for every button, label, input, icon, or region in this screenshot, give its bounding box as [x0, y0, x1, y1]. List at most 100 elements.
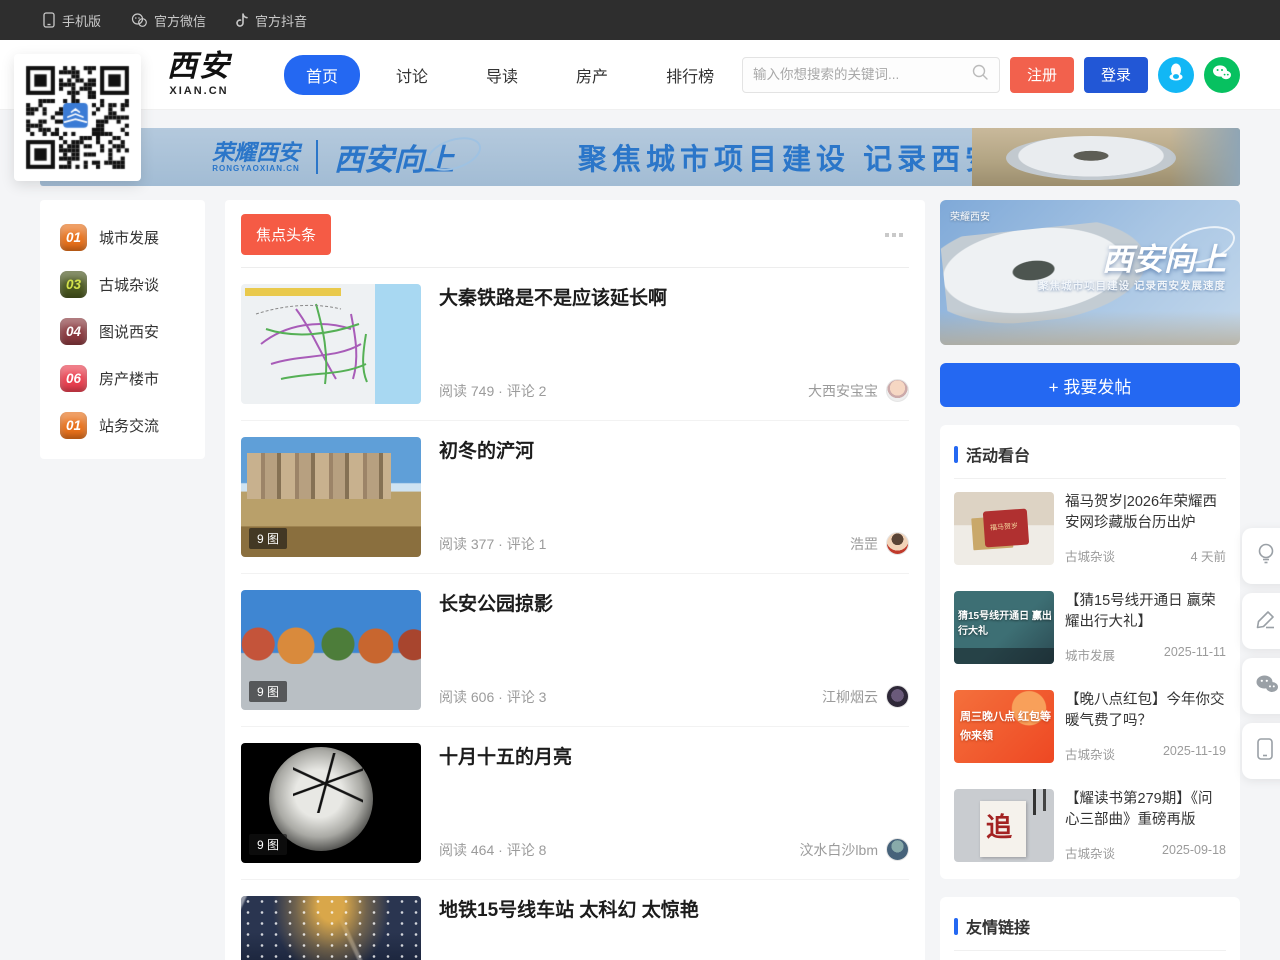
rail-banner-slogan: 聚焦城市项目建设 记录西安发展速度 — [1038, 278, 1226, 293]
avatar — [886, 532, 909, 555]
activity-item-4[interactable]: 【耀读书第279期】《问心三部曲》重磅再版 古城杂谈 2025-09-18 — [954, 776, 1226, 875]
douyin-icon — [236, 13, 249, 28]
post-title[interactable]: 十月十五的月亮 — [439, 745, 909, 771]
official-wechat-link[interactable]: 官方微信 — [131, 11, 206, 30]
activity-thumbnail-metro-event: 猜15号线开通日 赢出行大礼 — [954, 591, 1054, 664]
activity-date: 2025-11-11 — [1164, 645, 1226, 664]
nav-item-realestate[interactable]: 房产 — [554, 55, 630, 95]
feedback-button[interactable] — [1242, 528, 1280, 584]
post-author[interactable]: 江柳烟云 — [822, 685, 909, 708]
activity-category[interactable]: 古城杂谈 — [1065, 843, 1115, 862]
post-thumbnail-metro — [241, 896, 421, 960]
official-douyin-link[interactable]: 官方抖音 — [236, 11, 307, 30]
right-rail: 荣耀西安 西安向上 聚焦城市项目建设 记录西安发展速度 + 我要发帖 活动看台 … — [940, 200, 1240, 960]
banner-campaign-title: 西安向上 — [334, 135, 482, 179]
post-row-3[interactable]: 9 图 长安公园掠影 阅读 606 · 评论 3 江柳烟云 — [241, 574, 909, 727]
stadium-photo — [972, 128, 1240, 186]
wechat-icon — [1212, 64, 1232, 86]
category-badge: 03 — [60, 271, 87, 298]
mobile-app-button[interactable] — [1242, 723, 1280, 779]
wechat-login-button[interactable] — [1204, 57, 1240, 93]
campaign-banner[interactable]: 荣耀西安 RONGYAOXIAN.CN 西安向上 聚焦城市项目建设 记录西安发展… — [40, 128, 1240, 186]
banner-divider — [316, 140, 318, 174]
sidebar-item-old-city-talk[interactable]: 03 古城杂谈 — [40, 261, 205, 308]
friend-links-panel: 友情链接 西安大兴医院 西安新闻网 — [940, 897, 1240, 960]
search-box — [742, 57, 1000, 93]
activity-thumbnail-calendar — [954, 492, 1054, 565]
new-post-button[interactable]: + 我要发帖 — [940, 363, 1240, 407]
category-badge: 01 — [60, 224, 87, 251]
activity-panel-title: 活动看台 — [966, 442, 1030, 466]
banner-brand-en: RONGYAOXIAN.CN — [212, 164, 300, 173]
official-douyin-label: 官方抖音 — [255, 11, 307, 30]
mobile-version-label: 手机版 — [62, 11, 101, 30]
post-author[interactable]: 汶水白沙lbm — [799, 838, 909, 861]
image-count-badge: 9 图 — [249, 528, 287, 549]
lightbulb-icon — [1255, 542, 1277, 571]
wechat-contact-button[interactable] — [1242, 658, 1280, 714]
write-post-button[interactable] — [1242, 593, 1280, 649]
login-button[interactable]: 登录 — [1084, 57, 1148, 93]
post-thumbnail-moon: 9 图 — [241, 743, 421, 863]
floating-toolbar — [1242, 528, 1280, 779]
nav-item-discuss[interactable]: 讨论 — [374, 55, 450, 95]
sidebar-item-city-development[interactable]: 01 城市发展 — [40, 214, 205, 261]
post-stats: 阅读 606 · 评论 3 — [439, 687, 546, 707]
post-row-1[interactable]: 大秦铁路是不是应该延长啊 阅读 749 · 评论 2 大西安宝宝 — [241, 268, 909, 421]
post-title[interactable]: 长安公园掠影 — [439, 592, 909, 618]
nav-item-home[interactable]: 首页 — [284, 55, 360, 95]
post-title[interactable]: 地铁15号线车站 太科幻 太惊艳 — [439, 898, 909, 924]
more-icon[interactable] — [879, 227, 909, 243]
mobile-version-link[interactable]: 手机版 — [42, 11, 101, 30]
post-author[interactable]: 大西安宝宝 — [808, 379, 909, 402]
activity-date: 2025-09-18 — [1162, 843, 1226, 862]
post-row-2[interactable]: 9 图 初冬的浐河 阅读 377 · 评论 1 浩罡 — [241, 421, 909, 574]
pencil-icon — [1255, 608, 1277, 635]
activity-category[interactable]: 古城杂谈 — [1065, 546, 1115, 565]
content-area: 01 城市发展 03 古城杂谈 04 图说西安 06 房产楼市 01 站务交流 … — [40, 200, 1240, 960]
post-thumbnail-railway-map — [241, 284, 421, 404]
wechat-icon — [131, 13, 148, 28]
qq-login-button[interactable] — [1158, 57, 1194, 93]
rail-banner-campaign: 西安向上 — [1102, 234, 1226, 279]
avatar — [886, 379, 909, 402]
activity-item-2[interactable]: 猜15号线开通日 赢出行大礼 【猜15号线开通日 赢荣耀出行大礼】 城市发展 2… — [954, 578, 1226, 677]
nav-item-guide[interactable]: 导读 — [464, 55, 540, 95]
activity-date: 4 天前 — [1191, 546, 1226, 565]
tab-hot-headlines[interactable]: 焦点头条 — [241, 214, 331, 255]
image-count-badge: 9 图 — [249, 681, 287, 702]
register-button[interactable]: 注册 — [1010, 57, 1074, 93]
activity-category[interactable]: 古城杂谈 — [1065, 744, 1115, 763]
official-wechat-label: 官方微信 — [154, 11, 206, 30]
activity-thumbnail-book — [954, 789, 1054, 862]
site-logo[interactable]: 西安 XIAN.CN — [140, 52, 258, 97]
activity-item-3[interactable]: 周三晚八点 红包等你来领 【晚八点红包】今年你交暖气费了吗？ 古城杂谈 2025… — [954, 677, 1226, 776]
sidebar-item-photo-xian[interactable]: 04 图说西安 — [40, 308, 205, 355]
post-row-5[interactable]: 地铁15号线车站 太科幻 太惊艳 — [241, 880, 909, 960]
nav-item-ranking[interactable]: 排行榜 — [644, 55, 736, 95]
activity-category[interactable]: 城市发展 — [1065, 645, 1115, 664]
mobile-icon — [1255, 737, 1275, 766]
activity-panel-header: 活动看台 — [954, 438, 1226, 479]
rail-banner-logo: 荣耀西安 — [950, 208, 990, 223]
friend-links-title: 友情链接 — [966, 914, 1030, 938]
post-stats: 阅读 464 · 评论 8 — [439, 840, 546, 860]
qr-code — [22, 62, 133, 173]
sidebar-item-site-affairs[interactable]: 01 站务交流 — [40, 402, 205, 449]
post-row-4[interactable]: 9 图 十月十五的月亮 阅读 464 · 评论 8 汶水白沙lbm — [241, 727, 909, 880]
section-accent-bar — [954, 918, 958, 935]
category-badge: 04 — [60, 318, 87, 345]
search-input[interactable] — [753, 67, 971, 82]
post-title[interactable]: 大秦铁路是不是应该延长啊 — [439, 286, 909, 312]
post-author[interactable]: 浩罡 — [850, 532, 909, 555]
activity-item-1[interactable]: 福马贺岁|2026年荣耀西安网珍藏版台历出炉 古城杂谈 4 天前 — [954, 479, 1226, 578]
sidebar-item-housing-market[interactable]: 06 房产楼市 — [40, 355, 205, 402]
post-thumbnail-park: 9 图 — [241, 590, 421, 710]
activity-thumbnail-red-packet: 周三晚八点 红包等你来领 — [954, 690, 1054, 763]
rail-campaign-banner[interactable]: 荣耀西安 西安向上 聚焦城市项目建设 记录西安发展速度 — [940, 200, 1240, 345]
site-logo-en: XIAN.CN — [140, 85, 258, 97]
post-stats: 阅读 749 · 评论 2 — [439, 381, 546, 401]
friend-links-header: 友情链接 — [954, 910, 1226, 951]
search-icon[interactable] — [971, 63, 989, 86]
post-title[interactable]: 初冬的浐河 — [439, 439, 909, 465]
